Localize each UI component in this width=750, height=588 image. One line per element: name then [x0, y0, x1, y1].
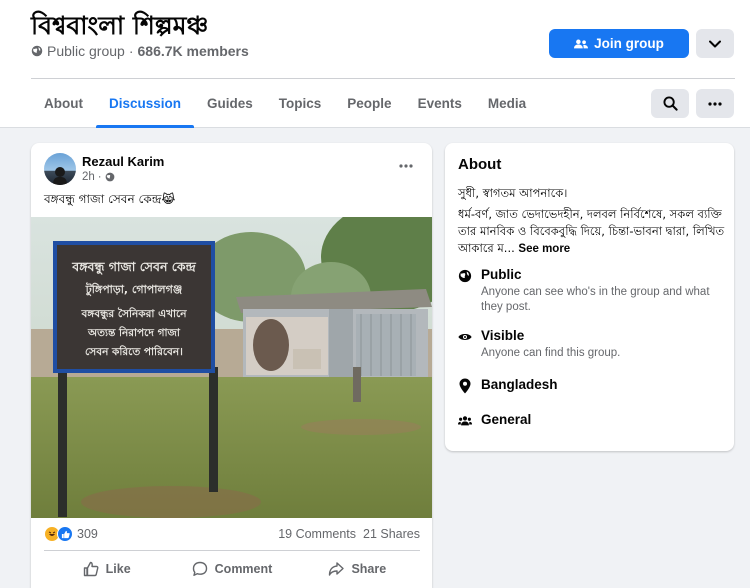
- about-description: ধর্ম-বর্ণ, জাত ভেদাভেদহীন, দলবল নির্বিশে…: [458, 206, 726, 258]
- search-icon: [662, 96, 678, 111]
- post-divider: [44, 550, 420, 551]
- like-button[interactable]: Like: [44, 552, 169, 585]
- visibility-info: Visible Anyone can find this group.: [458, 328, 729, 361]
- see-more-link[interactable]: See more: [518, 243, 570, 255]
- location-name[interactable]: Bangladesh: [481, 377, 558, 394]
- join-group-button[interactable]: Join group: [549, 29, 689, 58]
- sign-line-3: বঙ্গবন্ধুর সৈনিকরা এখানে: [80, 306, 187, 321]
- globe-icon: [105, 172, 115, 182]
- group-header: বিশ্ববাংলা শিল্পমঞ্চ Public group · 686.…: [0, 0, 750, 128]
- tab-topics[interactable]: Topics: [266, 79, 335, 128]
- post-actions: Like Comment Share: [44, 552, 420, 585]
- comment-label: Comment: [214, 561, 273, 576]
- share-icon: [329, 561, 345, 576]
- tab-people[interactable]: People: [334, 79, 404, 128]
- privacy-description: Anyone can see who's in the group and wh…: [481, 286, 710, 313]
- post-photo[interactable]: বঙ্গবন্ধু গাজা সেবন কেন্দ্র টুঙ্গিপাড়া,…: [31, 217, 432, 518]
- about-card: About সুধী, স্বাগতম আপনাকে। ধর্ম-বর্ণ, জ…: [445, 143, 734, 451]
- group-meta: Public group · 686.7K members: [31, 43, 249, 59]
- like-reaction-icon: [57, 526, 73, 542]
- category-name: General: [481, 412, 532, 427]
- tab-guides[interactable]: Guides: [194, 79, 266, 128]
- search-button[interactable]: [651, 89, 689, 118]
- avatar[interactable]: [44, 153, 76, 185]
- more-icon: [399, 164, 413, 168]
- comment-icon: [192, 561, 207, 576]
- location-icon: [458, 378, 472, 394]
- comment-button[interactable]: Comment: [169, 552, 294, 585]
- post-card: Rezaul Karim 2h · বঙ্গবন্ধু গাজা সেবন কে…: [31, 143, 432, 588]
- category-info: General: [458, 412, 531, 429]
- globe-icon: [458, 268, 472, 284]
- group-tabs: About Discussion Guides Topics People Ev…: [31, 79, 539, 128]
- visibility-title: Visible: [481, 328, 525, 343]
- member-count[interactable]: 686.7K members: [138, 43, 249, 59]
- about-description-text: ধর্ম-বর্ণ, জাত ভেদাভেদহীন, দলবল নির্বিশে…: [458, 207, 725, 255]
- sign-line-5: সেবন করিতে পারিবেন।: [85, 344, 183, 358]
- location-info: Bangladesh: [458, 377, 558, 394]
- post-time-dot: ·: [97, 171, 102, 183]
- privacy-info: Public Anyone can see who's in the group…: [458, 267, 729, 315]
- join-people-icon: [574, 39, 589, 48]
- avatar-image: [53, 167, 67, 185]
- meta-separator: ·: [128, 43, 134, 59]
- visibility-description: Anyone can find this group.: [481, 347, 621, 359]
- privacy-title: Public: [481, 267, 522, 282]
- tab-about[interactable]: About: [31, 79, 96, 128]
- reactions-summary[interactable]: 309: [44, 526, 98, 542]
- join-group-label: Join group: [594, 36, 664, 51]
- chevron-down-icon: [709, 40, 721, 47]
- header-dropdown-button[interactable]: [696, 29, 734, 58]
- sign-line-2: টুঙ্গিপাড়া, গোপালগঞ্জ: [85, 282, 182, 297]
- like-label: Like: [105, 561, 131, 576]
- like-icon: [83, 561, 99, 576]
- share-label: Share: [351, 561, 387, 576]
- post-stats: 19 Comments 21 Shares: [278, 527, 420, 541]
- group-icon: [458, 413, 472, 429]
- sign-line-1: বঙ্গবন্ধু গাজা সেবন কেন্দ্র: [71, 259, 196, 276]
- more-options-button[interactable]: [696, 89, 734, 118]
- post-text: বঙ্গবন্ধু গাজা সেবন কেন্দ্র😹: [44, 192, 176, 206]
- reaction-count: 309: [77, 527, 98, 541]
- post-timestamp[interactable]: 2h ·: [82, 171, 115, 183]
- comments-count[interactable]: 19 Comments: [278, 527, 356, 541]
- tab-discussion[interactable]: Discussion: [95, 79, 195, 128]
- tab-media[interactable]: Media: [475, 79, 539, 128]
- post-author[interactable]: Rezaul Karim: [82, 154, 164, 169]
- post-time-text: 2h: [82, 171, 95, 183]
- eye-icon: [458, 329, 472, 345]
- about-title: About: [458, 156, 502, 173]
- about-greeting: সুধী, স্বাগতম আপনাকে।: [458, 186, 568, 200]
- post-options-button[interactable]: [394, 158, 418, 174]
- group-privacy: Public group: [47, 43, 125, 59]
- more-icon: [708, 101, 722, 106]
- share-button[interactable]: Share: [295, 552, 420, 585]
- tab-events[interactable]: Events: [405, 79, 475, 128]
- sign-line-4: অত্যন্ত নিরাপদে গাজা: [87, 325, 181, 339]
- globe-icon: [31, 45, 43, 57]
- shares-count[interactable]: 21 Shares: [363, 527, 420, 541]
